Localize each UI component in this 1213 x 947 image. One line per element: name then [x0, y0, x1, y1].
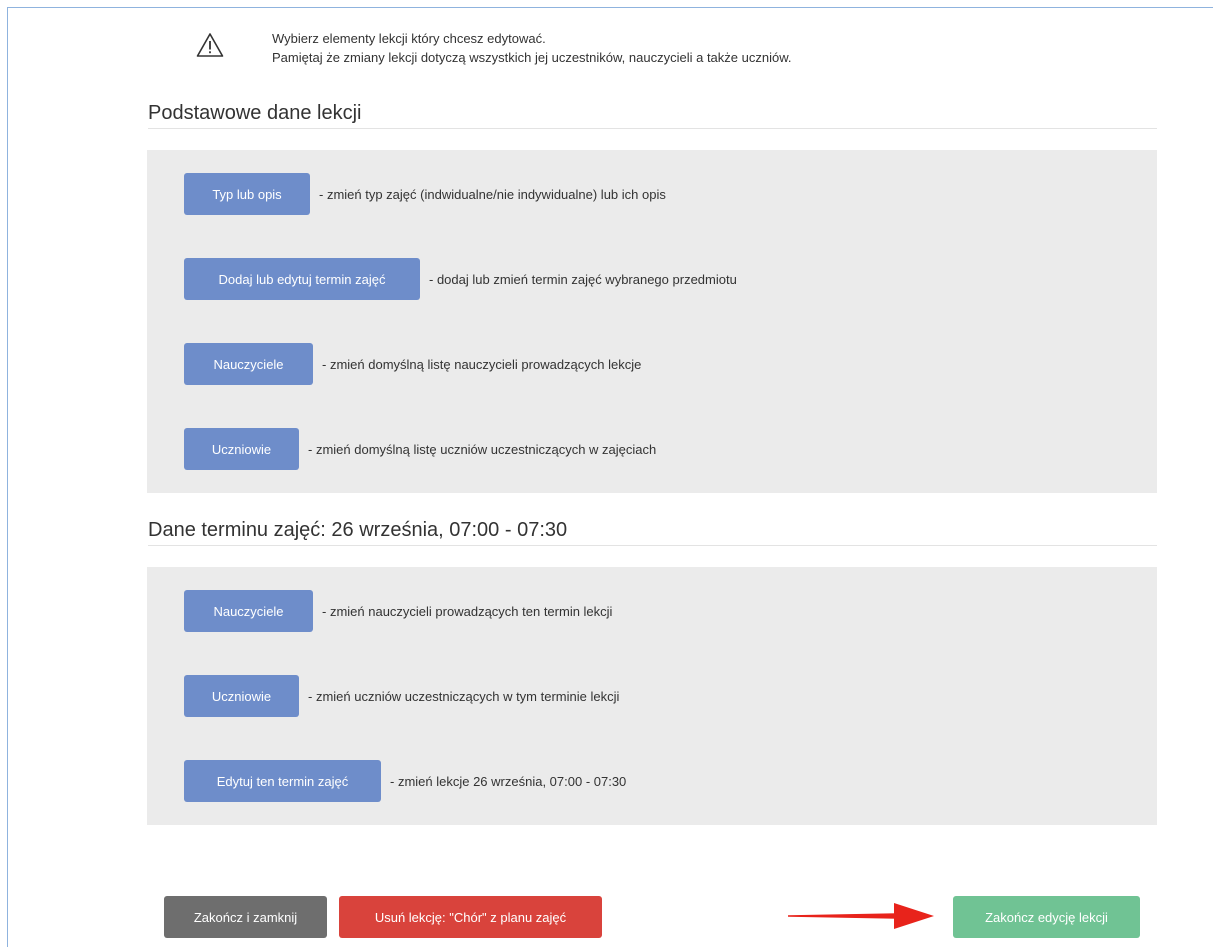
lesson-edit-page: Wybierz elementy lekcji który chcesz edy… [0, 0, 1213, 947]
basic-option-row: Uczniowie - zmień domyślną listę uczniów… [184, 428, 1120, 470]
term-panel: Nauczyciele - zmień nauczycieli prowadzą… [147, 567, 1157, 825]
term-students-text: - zmień uczniów uczestniczących w tym te… [308, 688, 620, 704]
basic-section-title: Podstawowe dane lekcji [148, 101, 1157, 129]
basic-option-row: Nauczyciele - zmień domyślną listę naucz… [184, 343, 1120, 385]
basic-option-row: Typ lub opis - zmień typ zajęć (indwidua… [184, 173, 1120, 215]
term-option-row: Uczniowie - zmień uczniów uczestniczącyc… [184, 675, 1120, 717]
notice-line-1: Wybierz elementy lekcji który chcesz edy… [272, 31, 546, 46]
default-teachers-text: - zmień domyślną listę nauczycieli prowa… [322, 356, 642, 372]
arrow-right-icon [788, 902, 934, 930]
add-edit-term-button[interactable]: Dodaj lub edytuj termin zajęć [184, 258, 420, 300]
default-students-text: - zmień domyślną listę uczniów uczestnic… [308, 441, 657, 457]
term-teachers-text: - zmień nauczycieli prowadzących ten ter… [322, 603, 613, 619]
edit-term-text: - zmień lekcje 26 września, 07:00 - 07:3… [390, 773, 627, 789]
term-option-row: Nauczyciele - zmień nauczycieli prowadzą… [184, 590, 1120, 632]
default-teachers-button[interactable]: Nauczyciele [184, 343, 313, 385]
warning-icon [196, 32, 224, 58]
notice-line-2: Pamiętaj że zmiany lekcji dotyczą wszyst… [272, 50, 792, 65]
type-description-button[interactable]: Typ lub opis [184, 173, 310, 215]
add-edit-term-text: - dodaj lub zmień termin zajęć wybranego… [429, 271, 737, 287]
finish-and-close-button[interactable]: Zakończ i zamknij [164, 896, 327, 938]
basic-lesson-panel: Typ lub opis - zmień typ zajęć (indwidua… [147, 150, 1157, 493]
term-teachers-button[interactable]: Nauczyciele [184, 590, 313, 632]
basic-option-row: Dodaj lub edytuj termin zajęć - dodaj lu… [184, 258, 1120, 300]
term-option-row: Edytuj ten termin zajęć - zmień lekcje 2… [184, 760, 1120, 802]
edit-term-button[interactable]: Edytuj ten termin zajęć [184, 760, 381, 802]
term-section-title: Dane terminu zajęć: 26 września, 07:00 -… [148, 518, 1157, 546]
notice-message: Wybierz elementy lekcji który chcesz edy… [272, 29, 792, 67]
finish-editing-button[interactable]: Zakończ edycję lekcji [953, 896, 1140, 938]
delete-lesson-button[interactable]: Usuń lekcję: "Chór" z planu zajęć [339, 896, 602, 938]
default-students-button[interactable]: Uczniowie [184, 428, 299, 470]
type-description-text: - zmień typ zajęć (indwidualne/nie indyw… [319, 186, 666, 202]
term-students-button[interactable]: Uczniowie [184, 675, 299, 717]
